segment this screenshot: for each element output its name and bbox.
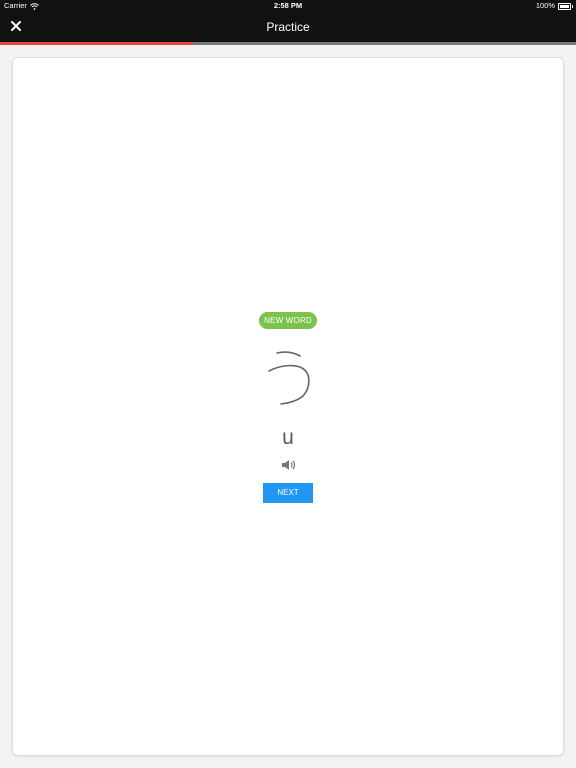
kana-character xyxy=(268,351,310,405)
next-button[interactable]: NEXT xyxy=(263,483,313,503)
progress-fill xyxy=(0,42,193,45)
battery-icon xyxy=(558,2,573,10)
status-bar: Carrier 2:58 PM 100% xyxy=(0,0,576,12)
progress-bar xyxy=(0,42,576,45)
new-word-badge: NEW WORD xyxy=(259,312,317,329)
battery-group: 100% xyxy=(535,0,573,12)
romaji-text: u xyxy=(282,426,294,449)
status-time: 2:58 PM xyxy=(273,1,303,10)
battery-percent: 100% xyxy=(535,1,555,10)
nav-bar: Practice xyxy=(0,12,576,42)
speaker-icon[interactable] xyxy=(280,458,296,472)
page-title: Practice xyxy=(266,20,310,34)
